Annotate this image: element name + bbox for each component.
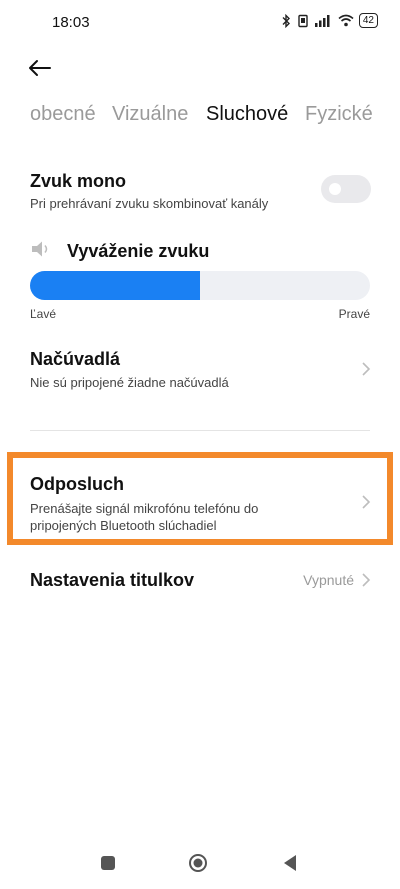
live-listen-subtitle-line1: Prenášajte signál mikrofónu telefónu do <box>30 501 259 516</box>
balance-slider-fill <box>30 271 200 300</box>
balance-slider[interactable] <box>30 271 370 300</box>
category-tabs: obecné Vizuálne Sluchové Fyzické <box>0 103 400 133</box>
captions-value: Vypnuté <box>303 572 354 588</box>
arrow-left-icon <box>29 60 51 76</box>
hearing-aids-row[interactable]: Načúvadlá Nie sú pripojené žiadne načúva… <box>0 340 400 400</box>
status-time: 18:03 <box>52 14 90 31</box>
wifi-icon <box>338 14 354 27</box>
status-icons: 42 <box>281 13 378 28</box>
hearing-aids-title: Načúvadlá <box>30 349 121 369</box>
mono-title: Zvuk mono <box>30 171 127 191</box>
tab-general[interactable]: obecné <box>30 103 96 126</box>
live-listen-subtitle-line2: pripojených Bluetooth slúchadiel <box>30 518 217 533</box>
balance-right-label: Pravé <box>338 307 370 321</box>
captions-title: Nastavenia titulkov <box>30 570 195 590</box>
home-icon[interactable] <box>188 853 208 873</box>
mono-subtitle: Pri prehrávaní zvuku skombinovať kanály <box>30 196 269 211</box>
tab-visual[interactable]: Vizuálne <box>112 103 188 126</box>
back-nav-icon[interactable] <box>282 854 298 872</box>
back-button[interactable] <box>26 54 54 82</box>
battery-indicator: 42 <box>358 13 378 28</box>
live-listen-row[interactable]: Odposluch Prenášajte signál mikrofónu te… <box>13 458 387 539</box>
captions-row[interactable]: Nastavenia titulkov Vypnuté <box>0 560 400 600</box>
tab-hearing[interactable]: Sluchové <box>206 103 288 126</box>
navigation-bar <box>0 840 400 885</box>
recents-icon[interactable] <box>100 855 116 871</box>
vibrate-icon <box>298 14 308 27</box>
toggle-knob <box>329 183 341 195</box>
balance-left-label: Ľavé <box>30 307 57 321</box>
chevron-right-icon <box>362 495 371 509</box>
tab-physical[interactable]: Fyzické <box>305 103 373 126</box>
bluetooth-icon <box>282 13 290 28</box>
hearing-aids-subtitle: Nie sú pripojené žiadne načúvadlá <box>30 375 229 390</box>
speaker-icon <box>32 241 48 257</box>
chevron-right-icon <box>362 362 371 376</box>
mono-toggle[interactable] <box>321 175 371 203</box>
chevron-right-icon <box>362 573 371 587</box>
signal-icon <box>314 15 330 27</box>
divider <box>30 430 370 431</box>
live-listen-title: Odposluch <box>30 474 124 494</box>
balance-title: Vyváženie zvuku <box>67 241 210 261</box>
